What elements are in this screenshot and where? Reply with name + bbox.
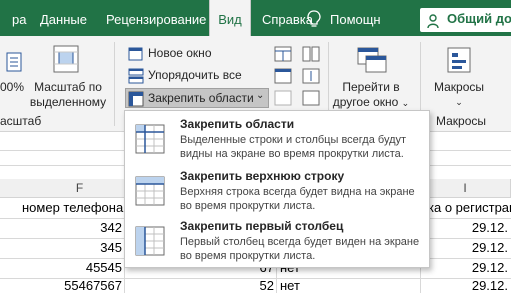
ribbon-separator	[114, 42, 115, 126]
new-window-label: Новое окно	[148, 46, 212, 60]
chevron-down-icon: ⌄	[455, 97, 463, 107]
new-window-button[interactable]: Новое окно	[126, 44, 226, 64]
menu-item-description: Первый столбец всегда будет виден на экр…	[180, 236, 420, 262]
freeze-top-row-icon	[135, 176, 165, 206]
freeze-panes-menu: Закрепить области Выделенные строки и ст…	[124, 110, 430, 268]
share-label: Общий дос	[447, 11, 511, 26]
zoom-to-selection-icon	[53, 45, 79, 73]
menu-item-description: Верхняя строка всегда будет видна на экр…	[180, 186, 415, 212]
cell-date[interactable]: 29.12.	[430, 258, 508, 278]
group-label-macros: Макросы	[436, 114, 487, 128]
switch-windows-button[interactable]: Перейти в другое окно ⌄	[331, 80, 411, 111]
freeze-panes-icon	[135, 124, 165, 154]
group-label-zoom: асштаб	[0, 114, 42, 128]
tab-review[interactable]: Рецензирование	[106, 0, 206, 36]
arrange-all-button[interactable]: Упорядочить все	[126, 66, 246, 86]
cell-value[interactable]: 52	[200, 276, 274, 293]
column-header-i[interactable]: I	[420, 179, 511, 198]
reset-window-position-icon[interactable]	[302, 90, 320, 106]
cell-phone[interactable]: 345	[60, 238, 122, 258]
cell-date[interactable]: 29.12.	[430, 276, 508, 293]
arrange-all-icon	[128, 68, 144, 84]
sync-scroll-icon[interactable]	[302, 68, 320, 84]
menu-item-description: Выделенные строки и столбцы всегда будут…	[180, 134, 407, 160]
freeze-first-column-icon	[135, 226, 165, 256]
menu-item-freeze-panes[interactable]: Закрепить области Выделенные строки и ст…	[125, 113, 429, 163]
menu-item-title: Закрепить первый столбец	[180, 219, 344, 233]
lightbulb-icon	[307, 10, 321, 27]
share-user-icon	[427, 14, 439, 29]
zoom-to-selection-label[interactable]: Масштаб по выделенному	[28, 80, 108, 110]
menu-item-title: Закрепить области	[180, 117, 295, 131]
cell-phone[interactable]: 342	[60, 218, 122, 238]
zoom-100-icon	[6, 52, 22, 72]
split-icon[interactable]	[274, 46, 292, 62]
tab-assistant[interactable]: Помощн	[330, 0, 381, 36]
menu-item-freeze-top-row[interactable]: Закрепить верхнюю строку Верхняя строка …	[125, 165, 429, 215]
new-window-icon	[128, 47, 143, 61]
cell-phone[interactable]: 45545	[60, 258, 122, 278]
switch-windows-icon	[357, 47, 387, 73]
menu-item-title: Закрепить верхнюю строку	[180, 169, 345, 183]
view-side-by-side-icon[interactable]	[302, 46, 320, 62]
hide-window-icon[interactable]	[274, 68, 292, 84]
unhide-window-icon[interactable]	[274, 90, 292, 106]
macros-button[interactable]: Макросы ⌄	[424, 80, 494, 110]
cell-phone[interactable]: 55467567	[60, 276, 122, 293]
ribbon-tab-bar: ра Данные Рецензирование Вид Справка Пом…	[0, 0, 511, 36]
menu-item-freeze-first-column[interactable]: Закрепить первый столбец Первый столбец …	[125, 215, 429, 265]
cell-registration-header[interactable]: ка о регистрац	[428, 198, 511, 218]
freeze-panes-button[interactable]: Закрепить области ⌄	[125, 88, 269, 108]
cell-phone-header[interactable]: номер телефона	[22, 198, 123, 218]
arrange-all-label: Упорядочить все	[148, 68, 242, 82]
cell-flag[interactable]: нет	[280, 276, 300, 293]
chevron-down-icon: ⌄	[401, 98, 410, 108]
cell-date[interactable]: 29.12.	[430, 218, 508, 238]
share-button[interactable]: Общий дос	[420, 8, 511, 32]
freeze-panes-label: Закрепить области	[148, 91, 254, 105]
freeze-panes-icon	[128, 91, 144, 107]
tab-partial[interactable]: ра	[12, 0, 28, 36]
macros-icon	[447, 47, 471, 73]
cell-date[interactable]: 29.12.	[430, 238, 508, 258]
tab-view[interactable]: Вид	[209, 0, 251, 36]
zoom-100-label[interactable]: 00%	[0, 80, 24, 95]
chevron-down-icon: ⌄	[256, 90, 265, 101]
tab-data[interactable]: Данные	[40, 0, 87, 36]
